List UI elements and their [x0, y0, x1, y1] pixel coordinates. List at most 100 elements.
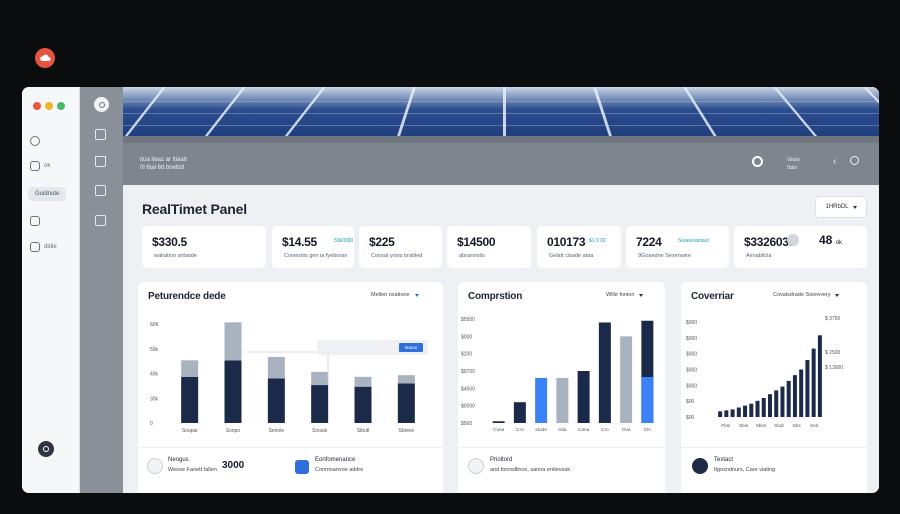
- footer-subtitle: Weose Fanett fallen: [168, 467, 217, 473]
- sidebar: ok Guidnute dldie: [22, 87, 80, 493]
- maximize-dot[interactable]: [57, 102, 65, 110]
- bar: [780, 386, 785, 417]
- sidebar-item-label: dldie: [44, 244, 57, 250]
- x-tick-label: Ova: [622, 427, 631, 433]
- bar: [535, 377, 548, 423]
- y-tick-label: $000: [686, 352, 697, 358]
- footer-subtitle: Conmnanvoe addre: [315, 467, 364, 473]
- kpi-card: $3326033 Aenabilcla: [734, 226, 867, 268]
- icon-rail: [80, 87, 123, 493]
- sidebar-item-guide[interactable]: Guidnute: [28, 187, 67, 201]
- kpi-value: 7224: [636, 235, 662, 249]
- bar: [267, 357, 285, 379]
- x-tick-label: Sbs: [792, 423, 801, 429]
- user-info[interactable]: Glaio 0aio: [787, 156, 800, 172]
- kpi-tag: 50k0000: [334, 238, 354, 244]
- y-tick-label: $0700: [461, 369, 475, 375]
- topbar-info: ltua lteaz ar ltiaatr 0l 6tal 6tt bnebdl: [140, 156, 187, 172]
- topbar-line-2: 0l 6tal 6tt bnebdl: [140, 165, 185, 171]
- kpi-value: $14.55: [282, 235, 317, 249]
- footer-title: Eonfomenance: [315, 457, 356, 463]
- gear-icon: [43, 446, 49, 452]
- minimize-dot[interactable]: [45, 102, 53, 110]
- bar: [730, 409, 735, 417]
- x-tick-label: Sibutl: [357, 428, 370, 434]
- comparison-chart: $5500 $000 $200 $0700 $4500 $0000 $500 Cvna Cro s…: [461, 317, 654, 433]
- x-tick-label: Seit: [810, 423, 819, 429]
- status-ring-icon[interactable]: [752, 156, 763, 167]
- bar: [749, 403, 754, 417]
- chart-tooltip: Mutoo: [317, 340, 428, 355]
- bar: [799, 369, 804, 417]
- bar: [805, 360, 810, 417]
- bar: [811, 348, 816, 417]
- cloud-icon: [40, 54, 51, 61]
- kpi-value: $14500: [457, 235, 496, 249]
- kpi-value: $330.5: [152, 235, 187, 249]
- sidebar-item-security[interactable]: ok: [30, 161, 50, 171]
- x-tick-label: Ssnpo: [226, 428, 240, 434]
- app-logo: [35, 48, 55, 68]
- rail-home-button[interactable]: [94, 97, 109, 112]
- tooltip-button[interactable]: Mutoo: [399, 343, 423, 352]
- y-tick-label: $200: [461, 352, 472, 358]
- image-icon[interactable]: [95, 215, 106, 226]
- y-tick-label: $500: [461, 421, 472, 427]
- x-tick-label: Sbdl: [774, 423, 784, 429]
- close-dot[interactable]: [33, 102, 41, 110]
- x-tick-label: Cln: [644, 427, 652, 433]
- y-tick-label: 50k: [150, 347, 159, 353]
- book-icon[interactable]: [95, 185, 106, 196]
- bar: [755, 400, 760, 417]
- x-tick-label: Sbis: [739, 423, 749, 429]
- chevron-down-icon: [852, 205, 857, 209]
- settings-button[interactable]: [38, 441, 54, 457]
- y-tick-label: 30k: [150, 396, 159, 402]
- bar: [736, 407, 741, 417]
- bar: [724, 410, 729, 417]
- y-tick-label: $00: [686, 415, 695, 421]
- y-tick-label: 60K: [150, 322, 160, 328]
- solar-panel-banner: [123, 87, 879, 143]
- home-icon[interactable]: [95, 156, 106, 167]
- y-tick-label: $000: [686, 368, 697, 374]
- right-axis-label: $ 3750: [825, 316, 841, 322]
- sidebar-item-view[interactable]: [30, 136, 40, 146]
- kpi-tag: Soaeesamaut: [678, 238, 709, 244]
- kpi-card: 7224 Soaeesamaut 9Goaedne Sexenwire: [626, 226, 729, 268]
- grid-icon[interactable]: [95, 129, 106, 140]
- x-tick-label: stode: [535, 427, 547, 433]
- kpi-extra-unit: ok: [835, 240, 843, 246]
- battery-icon: [30, 216, 40, 226]
- avatar-icon: [692, 458, 708, 474]
- bar: [792, 375, 797, 417]
- y-tick-label: $000: [686, 320, 697, 326]
- y-tick-label: $0000: [461, 404, 475, 410]
- bar: [817, 335, 822, 417]
- y-tick-label: $00: [686, 399, 695, 405]
- x-tick-label: 5bss: [756, 423, 767, 429]
- y-tick-label: $000: [686, 383, 697, 389]
- toggle-switch[interactable]: [787, 234, 799, 246]
- bar: [786, 380, 791, 417]
- x-tick-label: Sbnine: [399, 428, 415, 434]
- range-select-label: 1HRbDL: [825, 204, 849, 210]
- kpi-value: $225: [369, 235, 395, 249]
- sidebar-item-docs[interactable]: dldie: [30, 242, 57, 252]
- search-icon[interactable]: [850, 156, 859, 165]
- check-icon[interactable]: [295, 460, 309, 474]
- y-tick-label: $000: [461, 334, 472, 340]
- right-axis-label: $ 2500: [825, 350, 841, 356]
- sidebar-item-energy[interactable]: [30, 216, 40, 226]
- x-tick-label: Fbsi: [721, 423, 730, 429]
- bar: [181, 376, 199, 423]
- kpi-card: $14500 abrasvisits: [447, 226, 531, 268]
- back-icon[interactable]: ‹: [833, 156, 836, 167]
- footer-title: Textact: [714, 457, 734, 463]
- x-tick-label: Cvna: [493, 427, 505, 433]
- bar: [181, 360, 199, 377]
- bar: [267, 378, 285, 423]
- kpi-label: Coneisitis gen ia fyeboran: [284, 253, 348, 259]
- kpi-card: 010173 $1 9 02 Gelatt cisade ataa: [537, 226, 621, 268]
- range-select[interactable]: 1HRbDL: [815, 196, 867, 218]
